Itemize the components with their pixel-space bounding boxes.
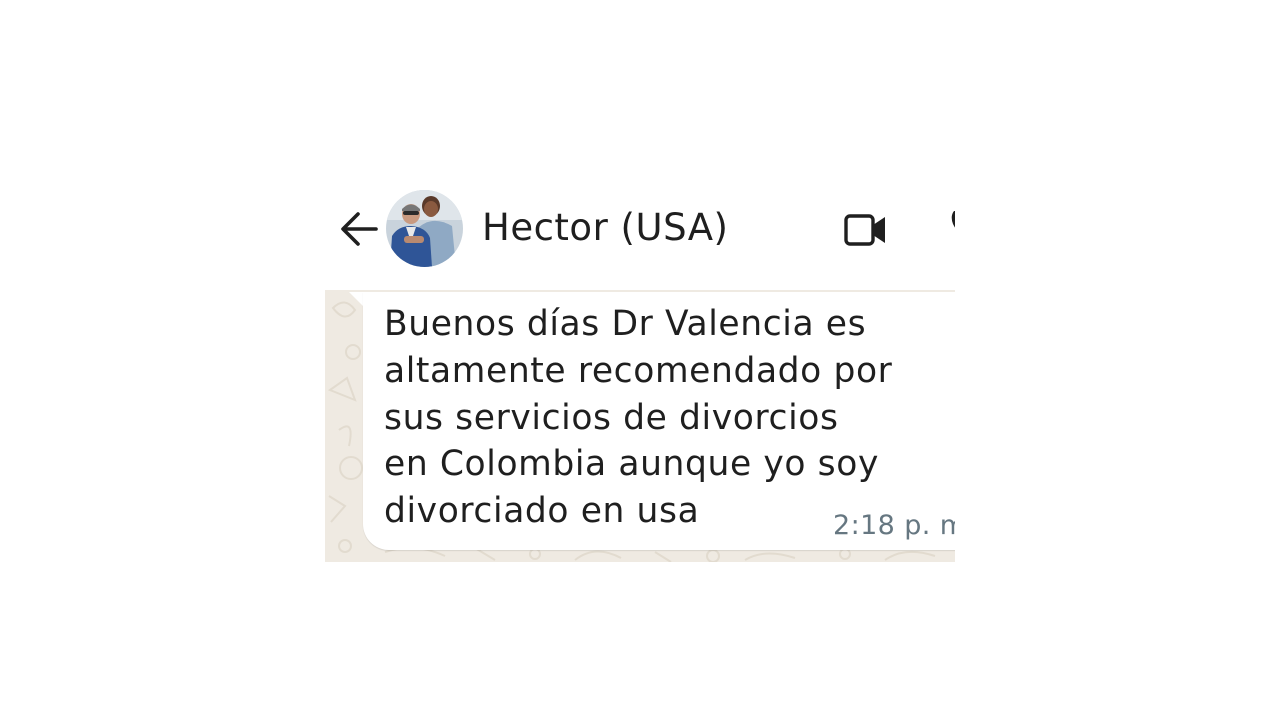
video-camera-icon	[844, 214, 885, 246]
message-text: Buenos días Dr Valencia es altamente rec…	[384, 304, 893, 532]
back-button[interactable]	[339, 208, 383, 250]
message-timestamp: 2:18 p. m	[833, 510, 955, 541]
contact-photo	[386, 190, 463, 267]
contact-name[interactable]: Hector (USA)	[482, 206, 728, 249]
video-call-button[interactable]	[841, 208, 891, 252]
incoming-message-bubble[interactable]: Buenos días Dr Valencia es altamente rec…	[363, 292, 955, 550]
chat-header: Hector (USA)	[325, 180, 955, 290]
avatar[interactable]	[386, 190, 463, 267]
chat-screen: Hector (USA) Buenos días Dr Valencia es …	[325, 180, 955, 562]
phone-icon	[951, 211, 955, 228]
voice-call-button[interactable]	[947, 204, 955, 244]
chat-area: Buenos días Dr Valencia es altamente rec…	[325, 290, 955, 562]
arrow-left-icon	[341, 212, 378, 246]
